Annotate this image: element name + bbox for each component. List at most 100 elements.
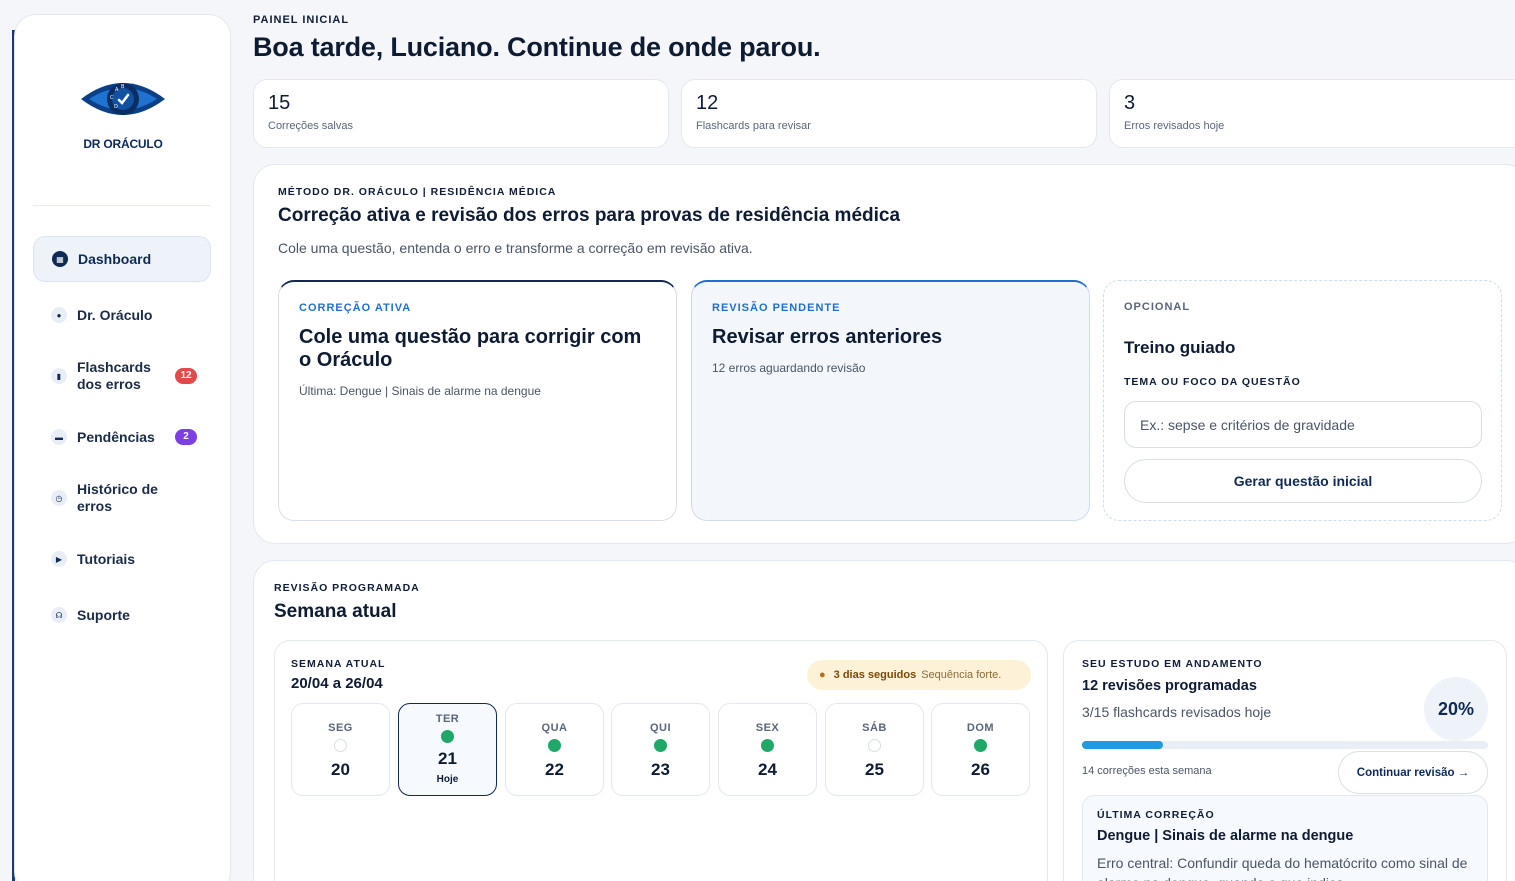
logo[interactable]: A B C D DR ORÁCULO — [77, 77, 169, 153]
review-title: Semana atual — [274, 601, 397, 622]
stat-card-flashcards[interactable]: 12 Flashcards para revisar — [681, 79, 1097, 148]
last-correction-title: Dengue | Sinais de alarme na dengue — [1097, 828, 1354, 844]
svg-text:D: D — [114, 104, 118, 110]
study-progress-card: SEU ESTUDO EM ANDAMENTO 12 revisões prog… — [1063, 640, 1507, 881]
week-eyebrow: SEMANA ATUAL — [291, 658, 386, 670]
last-correction-card[interactable]: ÚLTIMA CORREÇÃO Dengue | Sinais de alarm… — [1082, 795, 1488, 881]
day-name: QUA — [541, 722, 568, 734]
progress-fill — [1082, 741, 1164, 749]
today-label: Hoje — [436, 774, 459, 785]
sidebar-item-label: Flashcards dos erros — [77, 359, 151, 392]
grid-icon: ▦ — [52, 251, 68, 267]
day-seg[interactable]: SEG 20 — [291, 703, 390, 796]
day-number: 24 — [758, 760, 777, 779]
day-dom[interactable]: DOM 26 — [931, 703, 1030, 796]
day-number: 23 — [651, 760, 670, 779]
headset-icon: ☊ — [51, 607, 67, 623]
day-number: 20 — [331, 760, 350, 779]
last-correction-text: Erro central: Confundir queda do hematóc… — [1097, 855, 1468, 881]
card-title: Treino guiado — [1124, 338, 1236, 357]
pending-count-text: 12 erros aguardando revisão — [712, 361, 866, 375]
card-eyebrow: REVISÃO PENDENTE — [712, 302, 841, 314]
day-sab[interactable]: SÁB 25 — [825, 703, 924, 796]
day-qua[interactable]: QUA 22 — [505, 703, 604, 796]
day-name: DOM — [966, 722, 995, 734]
sidebar-item-label: Dashboard — [78, 250, 152, 267]
day-number: 21 — [438, 749, 457, 768]
message-icon: ▬ — [51, 429, 67, 445]
sidebar-item-suporte[interactable]: ☊ Suporte — [33, 592, 211, 638]
sidebar-item-dr-oraculo[interactable]: ● Dr. Oráculo — [33, 292, 211, 338]
page-eyebrow: PAINEL INICIAL — [253, 14, 350, 26]
week-card: SEMANA ATUAL 20/04 a 26/04 ● 3 dias segu… — [274, 640, 1048, 881]
day-status-dot — [761, 739, 774, 752]
topic-input[interactable]: Ex.: sepse e critérios de gravidade — [1124, 401, 1482, 448]
progress-eyebrow: SEU ESTUDO EM ANDAMENTO — [1082, 658, 1263, 670]
sidebar-item-flashcards[interactable]: ▮ Flashcards dos erros 12 — [33, 348, 211, 404]
streak-note: Sequência forte. — [921, 669, 1002, 681]
review-eyebrow: REVISÃO PROGRAMADA — [274, 582, 420, 594]
sidebar-item-label: Pendências — [77, 428, 155, 445]
week-range: 20/04 a 26/04 — [291, 675, 383, 692]
progress-title: 12 revisões programadas — [1082, 678, 1257, 694]
day-sex[interactable]: SEX 24 — [718, 703, 817, 796]
sidebar-item-label: Dr. Oráculo — [77, 306, 153, 323]
stat-label: Erros revisados hoje — [1124, 120, 1225, 132]
day-qui[interactable]: QUI 23 — [611, 703, 710, 796]
pendencias-count-badge: 2 — [175, 429, 197, 445]
day-ter[interactable]: TER 21 Hoje — [398, 703, 497, 796]
svg-text:A: A — [115, 87, 119, 93]
day-status-dot — [334, 739, 347, 752]
weekly-corrections: 14 correções esta semana — [1082, 765, 1212, 777]
sidebar-item-tutoriais[interactable]: ▶ Tutoriais — [33, 536, 211, 582]
sidebar-divider — [33, 205, 210, 206]
stat-value: 15 — [268, 92, 291, 114]
last-correction-text: Última: Dengue | Sinais de alarme na den… — [299, 384, 541, 398]
day-status-dot — [974, 739, 987, 752]
day-status-dot — [868, 739, 881, 752]
method-panel: MÉTODO DR. ORÁCULO | RESIDÊNCIA MÉDICA C… — [253, 164, 1515, 544]
flame-icon: ● — [819, 669, 826, 681]
chat-icon: ● — [51, 307, 67, 323]
card-eyebrow: OPCIONAL — [1124, 301, 1191, 313]
method-title: Correção ativa e revisão dos erros para … — [278, 205, 901, 226]
stat-card-erros-revisados[interactable]: 3 Erros revisados hoje — [1109, 79, 1515, 148]
svg-text:C: C — [110, 95, 114, 101]
stat-card-correcoes[interactable]: 15 Correções salvas — [253, 79, 669, 148]
review-panel: REVISÃO PROGRAMADA Semana atual SEMANA A… — [253, 560, 1515, 881]
sidebar-item-dashboard[interactable]: ▦ Dashboard — [33, 236, 211, 282]
stat-label: Correções salvas — [268, 120, 353, 132]
day-name: QUI — [649, 722, 672, 734]
continue-review-button[interactable]: Continuar revisão → — [1338, 751, 1488, 794]
svg-text:B: B — [121, 84, 125, 90]
progress-sub: 3/15 flashcards revisados hoje — [1082, 704, 1272, 720]
day-name: SEG — [328, 722, 353, 734]
sidebar-nav: ▦ Dashboard ● Dr. Oráculo ▮ Flashcards d… — [33, 236, 211, 648]
stat-label: Flashcards para revisar — [696, 120, 811, 132]
day-number: 26 — [971, 760, 990, 779]
generate-question-button[interactable]: Gerar questão inicial — [1124, 459, 1482, 503]
day-status-dot — [548, 739, 561, 752]
history-icon: ◷ — [51, 490, 67, 506]
sidebar-item-pendencias[interactable]: ▬ Pendências 2 — [33, 414, 211, 460]
topic-field-label: TEMA OU FOCO DA QUESTÃO — [1124, 376, 1301, 388]
sidebar-item-label: Suporte — [77, 606, 130, 623]
day-status-dot — [654, 739, 667, 752]
day-status-dot — [441, 730, 454, 743]
streak-badge: ● 3 dias seguidos Sequência forte. — [807, 660, 1031, 690]
day-name: SÁB — [862, 722, 887, 734]
logo-text: DR ORÁCULO — [83, 137, 163, 151]
last-correction-eyebrow: ÚLTIMA CORREÇÃO — [1097, 809, 1215, 821]
sidebar-item-historico[interactable]: ◷ Histórico de erros — [33, 470, 211, 526]
stat-value: 3 — [1124, 92, 1136, 114]
play-icon: ▶ — [51, 551, 67, 567]
guided-training-card: OPCIONAL Treino guiado TEMA OU FOCO DA Q… — [1103, 280, 1502, 521]
day-name: TER — [435, 713, 460, 725]
day-number: 22 — [545, 760, 564, 779]
day-name: SEX — [755, 722, 780, 734]
method-eyebrow: MÉTODO DR. ORÁCULO | RESIDÊNCIA MÉDICA — [278, 186, 557, 198]
sidebar-item-label: Histórico de erros — [77, 481, 158, 514]
active-correction-card[interactable]: CORREÇÃO ATIVA Cole uma questão para cor… — [278, 280, 677, 521]
pending-review-card[interactable]: REVISÃO PENDENTE Revisar erros anteriore… — [691, 280, 1090, 521]
page-title: Boa tarde, Luciano. Continue de onde par… — [253, 32, 821, 62]
